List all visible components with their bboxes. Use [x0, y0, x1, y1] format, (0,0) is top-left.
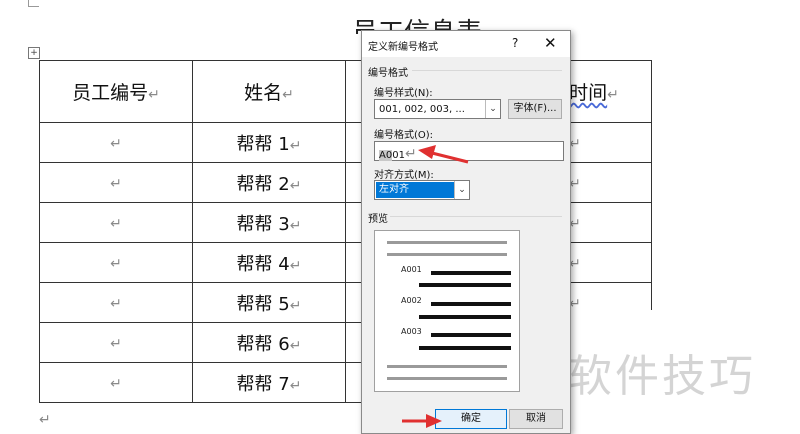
- annotation-arrows: [402, 145, 469, 428]
- red-arrow-icon: [402, 414, 442, 428]
- red-arrow-icon: [418, 145, 469, 164]
